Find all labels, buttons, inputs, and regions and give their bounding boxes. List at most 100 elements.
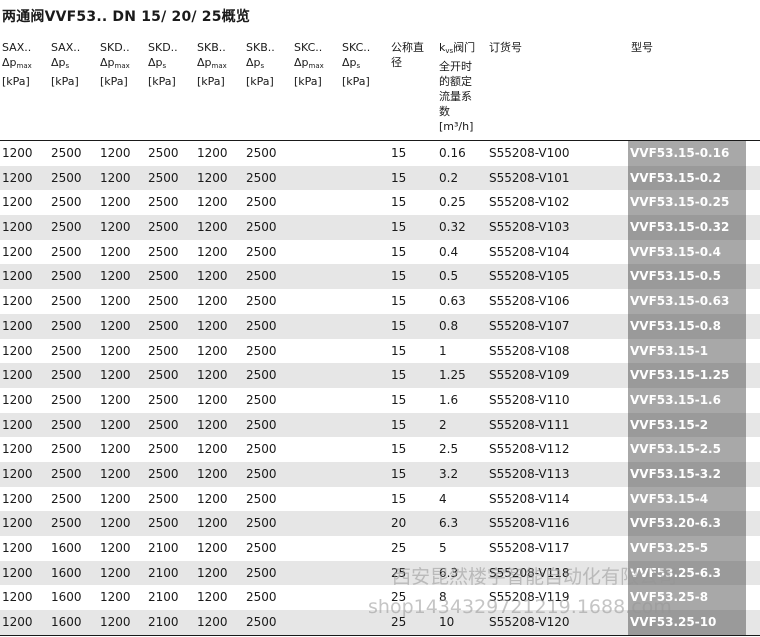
header-symbol-text: Δp <box>246 56 261 69</box>
header-unit: [kPa] <box>246 75 274 88</box>
model-cell: VVF53.15-1 <box>628 338 746 364</box>
header-symbol-text: Δp <box>51 56 66 69</box>
table-cell: 2500 <box>246 368 277 383</box>
table-body: 1200 2500 1200 2500 1200 2500 15 0.16 S55208-V10… <box>0 141 760 635</box>
header-kvs-line: [m³/h] <box>439 120 474 133</box>
table-cell: 25 <box>391 541 407 555</box>
header-symbol-sub: s <box>65 62 70 70</box>
header-actuator: SKC.. <box>294 41 323 54</box>
table-cell: 2500 <box>246 392 277 407</box>
table-cell: 2500 <box>51 294 82 309</box>
header-kvs-rest: 阀门 <box>453 41 476 54</box>
table-cell: 1200 <box>197 615 228 630</box>
table-cell: 2500 <box>51 442 82 457</box>
table-cell: 2500 <box>51 170 82 185</box>
table-cell: 1600 <box>51 615 82 630</box>
table-cell: 1200 <box>2 615 33 630</box>
table-cell: 3.2 <box>439 466 459 481</box>
table-cell: 2500 <box>246 220 277 235</box>
table-cell: 2500 <box>148 318 179 333</box>
table-cell: 2500 <box>51 244 82 259</box>
header-order-number: 订货号 <box>489 41 522 54</box>
table-row: 1200 2500 1200 2500 1200 2500 15 2 S55208-V111 VV… <box>0 412 760 438</box>
table-cell: 2500 <box>246 590 277 605</box>
header-symbol: Δpmax <box>294 55 324 74</box>
header-unit: [kPa] <box>294 75 322 88</box>
table-row: 1200 2500 1200 2500 1200 2500 15 2.5 S55208-V112… <box>0 437 760 462</box>
table-cell: 1200 <box>100 294 131 309</box>
table-cell: 1600 <box>51 590 82 605</box>
model-cell: VVF53.25-5 <box>628 536 746 561</box>
table-cell: 2500 <box>51 195 82 210</box>
header-cell: SKC.. Δpmax [kPa] <box>294 40 324 89</box>
table-cell: 2500 <box>51 491 82 506</box>
table-cell: 0.5 <box>439 269 459 284</box>
table-cell: S55208-V114 <box>489 491 570 506</box>
table-cell: 2500 <box>246 269 277 284</box>
table-cell: 15 <box>391 417 407 432</box>
table-cell: 2500 <box>246 294 277 309</box>
table-cell: 2500 <box>51 466 82 481</box>
header-symbol: Δpmax <box>2 55 32 74</box>
table-cell: 1200 <box>197 220 228 235</box>
header-kvs-sub: vs <box>445 47 454 55</box>
table-cell: 2500 <box>148 294 179 309</box>
bottom-rule <box>0 635 760 636</box>
table-row: 1200 2500 1200 2500 1200 2500 15 0.5 S55208-V105… <box>0 264 760 290</box>
table-cell: 2500 <box>148 466 179 481</box>
table-cell: 1200 <box>197 368 228 383</box>
table-cell: 0.16 <box>439 146 466 160</box>
table-cell: 2500 <box>51 417 82 432</box>
model-cell: VVF53.15-0.32 <box>628 215 746 240</box>
header-kvs: kvs阀门 全开时 的额定 流量系数 [m³/h] <box>439 40 475 134</box>
header-symbol-text: Δp <box>294 56 309 69</box>
header-symbol-sub: max <box>114 62 130 70</box>
table-cell: 1200 <box>100 590 131 605</box>
table-cell: 1200 <box>100 565 131 580</box>
table-cell: 2500 <box>51 146 82 160</box>
table-cell: S55208-V110 <box>489 392 570 407</box>
table-cell: 1200 <box>197 516 228 531</box>
table-row: 1200 1600 1200 2100 1200 2500 25 5 S55208-V117 VV… <box>0 536 760 561</box>
table-row: 1200 2500 1200 2500 1200 2500 15 3.2 S55208-V113… <box>0 461 760 487</box>
table-cell: 1200 <box>100 220 131 235</box>
header-symbol-sub: s <box>260 62 265 70</box>
table-cell: 2500 <box>148 516 179 531</box>
table-cell: 15 <box>391 343 407 358</box>
table-cell: 1 <box>439 343 447 358</box>
table-cell: 2500 <box>51 368 82 383</box>
table-cell: 1200 <box>197 294 228 309</box>
table-cell: 1.6 <box>439 392 459 407</box>
table-cell: 1200 <box>197 269 228 284</box>
table-cell: 1200 <box>100 318 131 333</box>
model-cell: VVF53.15-2.5 <box>628 437 746 462</box>
header-unit: [kPa] <box>2 75 30 88</box>
table-cell: 6.3 <box>439 516 459 531</box>
table-cell: S55208-V108 <box>489 343 570 358</box>
table-cell: 2500 <box>246 417 277 432</box>
table-cell: 2 <box>439 417 447 432</box>
table-cell: 1200 <box>2 220 33 235</box>
table-cell: 0.25 <box>439 195 466 210</box>
table-cell: 15 <box>391 195 407 210</box>
table-cell: 15 <box>391 442 407 457</box>
table-row: 1200 2500 1200 2500 1200 2500 15 0.16 S55208-V10… <box>0 141 760 166</box>
table-cell: 1200 <box>197 343 228 358</box>
header-kvs-line: 数 <box>439 105 450 118</box>
page-title: 两通阀VVF53.. DN 15/ 20/ 25概览 <box>2 9 251 25</box>
table-cell: 1200 <box>100 146 131 160</box>
table-row: 1200 2500 1200 2500 1200 2500 15 4 S55208-V114 VV… <box>0 486 760 512</box>
table-cell: 5 <box>439 541 447 555</box>
model-cell: VVF53.15-0.25 <box>628 190 746 216</box>
table-cell: 1200 <box>197 565 228 580</box>
header-unit: [kPa] <box>197 75 225 88</box>
table-cell: 2500 <box>246 195 277 210</box>
header-actuator: SKB.. <box>197 41 226 54</box>
table-cell: 1200 <box>2 491 33 506</box>
header-symbol-sub: s <box>162 62 167 70</box>
table-cell: 1200 <box>2 294 33 309</box>
header-symbol-sub: max <box>16 62 32 70</box>
table-row: 1200 2500 1200 2500 1200 2500 15 0.2 S55208-V101… <box>0 165 760 191</box>
model-cell: VVF53.15-4 <box>628 486 746 512</box>
table-cell: 15 <box>391 368 407 383</box>
